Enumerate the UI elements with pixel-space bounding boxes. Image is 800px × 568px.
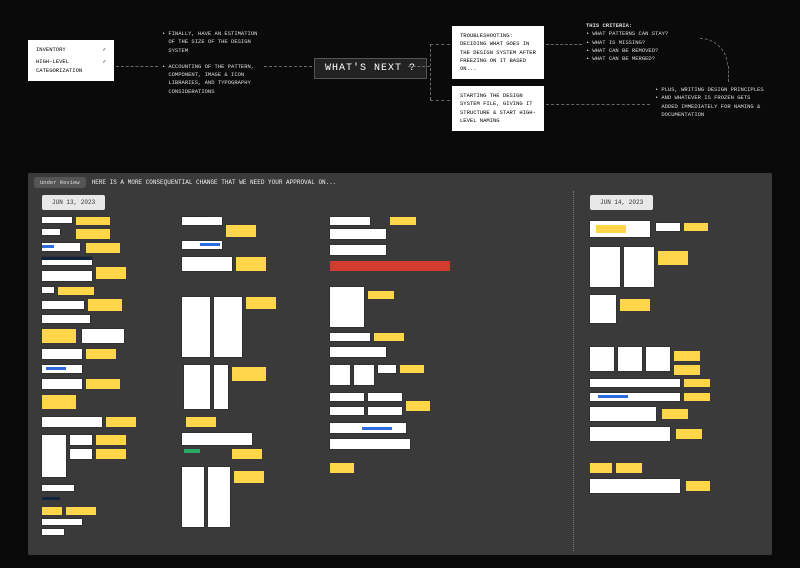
connector [264,66,312,67]
card-text: STARTING THE DESIGN SYSTEM FILE, GIVING … [460,92,536,124]
connector [430,44,450,45]
under-review-badge: Under Review [34,177,86,188]
thumbnails-day1 [42,217,562,547]
estimation-notes: FINALLY, HAVE AN ESTIMATION OF THE SIZE … [162,30,262,96]
date-card-left: JUN 13, 2023 [42,195,105,210]
criteria-heading: THIS CRITERIA: [586,22,696,30]
column-divider [573,191,574,551]
principles-block: PLUS, WRITING DESIGN PRINCIPLES AND WHAT… [655,86,765,119]
process-flow: INVENTORY ✓ HIGH-LEVEL CATEGORIZATION ✓ … [0,22,800,152]
thumbnails-day2 [590,217,760,547]
troubleshooting-card: TROUBLESHOOTING: DECIDING WHAT GOES IN T… [452,26,544,79]
bullet-text: FINALLY, HAVE AN ESTIMATION OF THE SIZE … [168,30,262,55]
date-card-right: JUN 14, 2023 [590,195,653,210]
bullet-text: PLUS, WRITING DESIGN PRINCIPLES [661,86,763,94]
connector [408,66,430,67]
bullet-text: WHAT PATTERNS CAN STAY? [592,30,668,38]
connector [728,66,729,82]
connector [546,104,650,105]
bullet-text: WHAT IS MISSING? [592,39,645,47]
date-label: JUN 14, 2023 [600,199,643,206]
starting-file-card: STARTING THE DESIGN SYSTEM FILE, GIVING … [452,86,544,131]
connector [116,66,158,67]
bullet-text: AND WHATEVER IS FROZEN GETS ADDED IMMEDI… [661,94,765,119]
card-text: TROUBLESHOOTING: DECIDING WHAT GOES IN T… [460,32,536,72]
connector [430,44,431,100]
inventory-card: INVENTORY ✓ HIGH-LEVEL CATEGORIZATION ✓ [28,40,114,81]
checkmark-icon: ✓ [103,58,106,66]
curved-connector [700,38,728,66]
bullet-text: WHAT CAN BE MERGED? [592,55,655,63]
whats-next-pill: WHAT'S NEXT ? [314,58,427,79]
checkmark-icon: ✓ [103,46,106,54]
connector [546,44,582,45]
connector [430,100,450,101]
inventory-label: INVENTORY [36,46,66,54]
review-board: Under Review HERE IS A MORE CONSEQUENTIA… [28,173,772,555]
bullet-text: WHAT CAN BE REMOVED? [592,47,658,55]
criteria-block: THIS CRITERIA: WHAT PATTERNS CAN STAY? W… [586,22,696,63]
whats-next-label: WHAT'S NEXT ? [325,63,416,74]
review-heading: HERE IS A MORE CONSEQUENTIAL CHANGE THAT… [92,179,337,186]
categorization-label: HIGH-LEVEL CATEGORIZATION [36,58,93,75]
bullet-text: ACCOUNTING OF THE PATTERN, COMPONENT, IM… [168,63,262,96]
review-header: Under Review HERE IS A MORE CONSEQUENTIA… [34,177,336,188]
date-label: JUN 13, 2023 [52,199,95,206]
